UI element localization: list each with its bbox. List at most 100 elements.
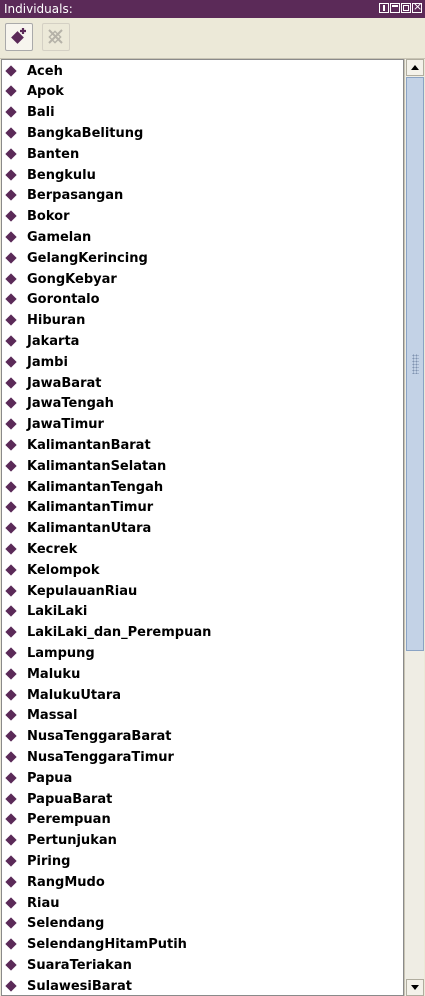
individual-list-item[interactable]: Piring: [6, 851, 70, 871]
individual-diamond-icon: [6, 773, 17, 784]
individual-list-item[interactable]: KalimantanTimur: [6, 498, 153, 518]
individual-list-item[interactable]: Gamelan: [6, 227, 91, 247]
individual-diamond-icon: [6, 648, 17, 659]
individual-diamond-icon: [6, 606, 17, 617]
individual-label: KalimantanUtara: [27, 521, 152, 537]
individual-list-item[interactable]: LakiLaki: [6, 602, 87, 622]
individual-diamond-icon: [6, 398, 17, 409]
add-individual-button[interactable]: [5, 23, 33, 51]
individual-diamond-icon: [6, 461, 17, 472]
individual-list-item[interactable]: NusaTenggaraBarat: [6, 727, 172, 747]
individual-label: Perempuan: [27, 812, 111, 828]
individual-list-item[interactable]: Kelompok: [6, 560, 99, 580]
individual-list-item[interactable]: Aceh: [6, 61, 63, 81]
individual-list-item[interactable]: NusaTenggaraTimur: [6, 747, 174, 767]
individual-list-item[interactable]: KalimantanBarat: [6, 435, 151, 455]
individual-diamond-icon: [6, 66, 17, 77]
individual-diamond-icon: [6, 315, 17, 326]
individual-label: KalimantanSelatan: [27, 458, 167, 474]
panel-controls: [379, 1, 422, 13]
individual-list-item[interactable]: GelangKerincing: [6, 248, 148, 268]
individual-label: Jambi: [27, 354, 68, 370]
individual-diamond-icon: [6, 898, 17, 909]
individual-diamond-icon: [6, 128, 17, 139]
individual-list-item[interactable]: JawaTengah: [6, 394, 114, 414]
individual-label: Kecrek: [27, 541, 78, 557]
maximize-view-icon[interactable]: [401, 3, 411, 13]
individual-list-item[interactable]: JawaBarat: [6, 373, 101, 393]
add-individual-icon: [11, 28, 26, 44]
individual-list-item[interactable]: SelendangHitamPutih: [6, 935, 187, 955]
individual-label: JawaBarat: [27, 375, 102, 391]
scroll-up-button[interactable]: [406, 59, 424, 76]
individual-label: GongKebyar: [27, 271, 117, 287]
individual-list-item[interactable]: Apok: [6, 82, 64, 102]
individual-list-item[interactable]: LakiLaki_dan_Perempuan: [6, 623, 211, 643]
individual-diamond-icon: [6, 627, 17, 638]
grip-icon: [412, 354, 419, 374]
individual-list-item[interactable]: Banten: [6, 144, 79, 164]
vertical-scrollbar[interactable]: [404, 59, 424, 996]
individual-diamond-icon: [6, 440, 17, 451]
individual-diamond-icon: [6, 336, 17, 347]
individual-label: Gamelan: [27, 229, 92, 245]
individual-list-item[interactable]: KalimantanTengah: [6, 477, 163, 497]
close-view-icon[interactable]: [412, 1, 422, 13]
individual-list-item[interactable]: Riau: [6, 893, 60, 913]
individuals-list[interactable]: Aceh Apok Bali BangkaBelitung Banten Bengkulu…: [1, 59, 404, 996]
individual-list-item[interactable]: Perempuan: [6, 810, 111, 830]
individual-label: JawaTengah: [27, 396, 114, 412]
individual-diamond-icon: [6, 149, 17, 160]
individual-label: SulawesiBarat: [27, 978, 132, 994]
individual-list-item[interactable]: KepulauanRiau: [6, 581, 137, 601]
individual-diamond-icon: [6, 918, 17, 929]
minimize-view-icon[interactable]: [390, 3, 400, 13]
individual-list-item[interactable]: JawaTimur: [6, 415, 104, 435]
individual-label: Banten: [27, 146, 80, 162]
individual-list-item[interactable]: Kecrek: [6, 539, 77, 559]
individual-list-item[interactable]: Bali: [6, 103, 55, 123]
individual-list-item[interactable]: PapuaBarat: [6, 789, 112, 809]
individual-list-item[interactable]: Bokor: [6, 207, 69, 227]
delete-individual-button[interactable]: [42, 23, 70, 51]
individual-label: Selendang: [27, 916, 105, 932]
individual-list-item[interactable]: KalimantanUtara: [6, 519, 151, 539]
individual-list-item[interactable]: MalukuUtara: [6, 685, 121, 705]
individual-list-item[interactable]: SuaraTeriakan: [6, 955, 132, 975]
individual-label: SuaraTeriakan: [27, 957, 132, 973]
individual-diamond-icon: [6, 856, 17, 867]
individual-list-item[interactable]: Lampung: [6, 643, 95, 663]
individual-list-item[interactable]: SulawesiBarat: [6, 976, 132, 995]
individual-list-item[interactable]: GongKebyar: [6, 269, 117, 289]
individual-diamond-icon: [6, 794, 17, 805]
individual-list-item[interactable]: Papua: [6, 768, 72, 788]
individual-list-item[interactable]: KalimantanSelatan: [6, 456, 166, 476]
individual-list-item[interactable]: Selendang: [6, 914, 104, 934]
individual-diamond-icon: [6, 960, 17, 971]
individual-label: PapuaBarat: [27, 791, 113, 807]
individual-diamond-icon: [6, 752, 17, 763]
individual-list-item[interactable]: Jambi: [6, 352, 68, 372]
individual-list-item[interactable]: Hiburan: [6, 311, 85, 331]
individual-list-item[interactable]: Bengkulu: [6, 165, 96, 185]
individual-list-item[interactable]: Jakarta: [6, 331, 79, 351]
individual-label: Lampung: [27, 645, 95, 661]
individual-list-item[interactable]: Pertunjukan: [6, 831, 117, 851]
scroll-down-button[interactable]: [406, 979, 424, 996]
individual-list-item[interactable]: RangMudo: [6, 872, 105, 892]
individual-list-item[interactable]: Massal: [6, 706, 77, 726]
individual-label: Apok: [27, 84, 64, 100]
arrow-up-icon: [411, 65, 419, 70]
individual-diamond-icon: [6, 565, 17, 576]
individual-list-item[interactable]: BangkaBelitung: [6, 123, 143, 143]
individual-list-item[interactable]: Maluku: [6, 664, 80, 684]
individual-label: Berpasangan: [27, 188, 124, 204]
individual-label: Kelompok: [27, 562, 100, 578]
scroll-thumb[interactable]: [406, 77, 424, 651]
individual-diamond-icon: [6, 232, 17, 243]
individual-diamond-icon: [6, 190, 17, 201]
individual-list-item[interactable]: Gorontalo: [6, 290, 100, 310]
individual-list-item[interactable]: Berpasangan: [6, 186, 123, 206]
individual-label: KepulauanRiau: [27, 583, 138, 599]
pin-view-icon[interactable]: [379, 3, 389, 13]
